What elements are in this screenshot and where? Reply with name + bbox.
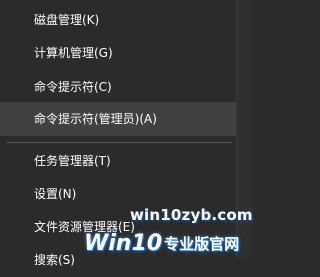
menu-item-disk-management[interactable]: 磁盘管理(K) <box>0 3 236 37</box>
watermark-brand: Win10 <box>84 230 163 256</box>
watermark-site-text: win10zyb.com <box>130 206 253 224</box>
watermark-logo: Win10 专业版官网 <box>84 228 239 258</box>
watermark-tagline: 专业版官网 <box>164 234 240 253</box>
menu-item-command-prompt-admin[interactable]: 命令提示符(管理员)(A) <box>0 102 236 136</box>
menu-item-task-manager[interactable]: 任务管理器(T) <box>0 144 236 178</box>
menu-separator <box>6 142 232 143</box>
menu-item-computer-management[interactable]: 计算机管理(G) <box>0 36 236 70</box>
menu-item-command-prompt[interactable]: 命令提示符(C) <box>0 70 236 104</box>
